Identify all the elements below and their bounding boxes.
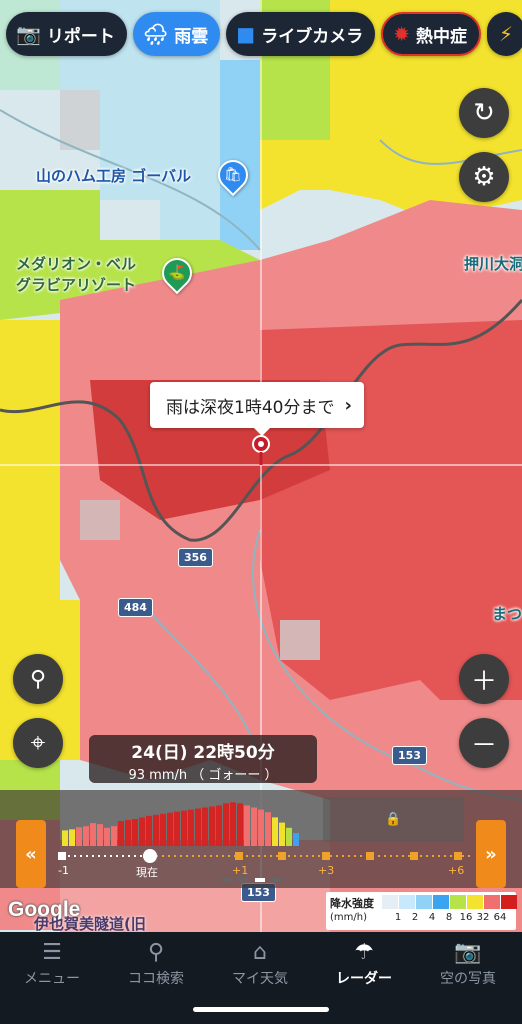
poi-label-medallion[interactable]: メダリオン・ベル グラビアリゾート [16,254,176,296]
legend-swatch [416,895,432,909]
legend-level-1: 1 [394,912,402,923]
chevron-right-icon: › [344,394,352,416]
tick-plus-3: +3 [318,864,335,877]
precipitation-legend: 降水強度 (mm/h) 1 2 4 8 16 32 64 [326,892,517,930]
video-camera-icon: ■ [236,22,256,46]
menu-icon: ☰ [42,940,62,965]
rewind-icon: « [25,843,37,865]
locate-icon: ⌖ [30,727,46,758]
callout-text: 雨は深夜1時40分まで [166,397,335,418]
home-icon: ⌂ [253,940,267,965]
chip-rain-cloud[interactable]: 🌧 雨雲 [132,12,221,56]
nav-my-weather[interactable]: ⌂ マイ天気 [208,938,312,988]
step-forward-button[interactable]: » [476,820,506,888]
zoom-in-button[interactable]: ＋ [459,654,509,704]
legend-level-4: 4 [428,912,436,923]
legend-level-16: 16 [459,912,473,923]
refresh-icon: ↻ [473,98,495,128]
step-back-button[interactable]: « [16,820,46,888]
nav-menu[interactable]: ☰ メニュー [0,938,104,988]
time-datetime: 24(日) 22時50分 [131,743,275,763]
legend-swatch [467,895,483,909]
nav-sky-photo[interactable]: 📷 空の写真 [416,938,520,988]
timeline-panel[interactable]: 🔒 « » -1 現在 +1 +3 +6 [0,790,522,888]
legend-swatch [433,895,449,909]
settings-button[interactable]: ⚙ [459,152,509,202]
umbrella-icon: ☂ [354,940,374,965]
search-icon: ⚲ [29,666,47,692]
legend-unit: (mm/h) [330,912,367,923]
legend-swatch [501,895,517,909]
legend-title: 降水強度 [330,897,374,910]
tick-now: 現在 [136,866,158,879]
plus-icon: ＋ [470,666,497,697]
chip-lightning[interactable]: ⚡ [486,12,522,56]
nav-sky-photo-label: 空の写真 [440,971,496,987]
chip-live-camera-label: ライブカメラ [261,26,364,47]
layer-chip-bar: 📷 リポート 🌧 雨雲 ■ ライブカメラ ✹ 熱中症 ⚡ [6,12,522,56]
camera-icon: 📷 [454,940,482,965]
zoom-out-button[interactable]: － [459,718,509,768]
camera-icon: 📷 [16,22,41,46]
road-badge-484: 484 [118,598,153,617]
legend-level-32: 32 [476,912,490,923]
nav-menu-label: メニュー [24,971,80,987]
chip-live-camera[interactable]: ■ ライブカメラ [226,12,376,56]
tick-minus-1: -1 [58,864,69,877]
road-badge-153: 153 [392,746,427,765]
poi-label-matsu: まつ [492,605,522,623]
refresh-button[interactable]: ↻ [459,88,509,138]
legend-swatch [399,895,415,909]
nav-radar[interactable]: ☂ レーダー [312,938,416,988]
nav-search-label: ココ検索 [128,971,184,987]
poi-label-gobaru[interactable]: 山のハム工房 ゴーバル [36,166,191,187]
road-badge-356: 356 [178,548,213,567]
nav-search[interactable]: ⚲ ココ検索 [104,938,208,988]
nav-my-weather-label: マイ天気 [232,971,288,987]
minus-icon: － [470,730,497,761]
legend-level-2: 2 [411,912,419,923]
legend-swatch [484,895,500,909]
legend-swatch [450,895,466,909]
chip-heatstroke[interactable]: ✹ 熱中症 [381,12,481,56]
lightning-icon: ⚡ [498,22,514,46]
chip-rain-cloud-label: 雨雲 [174,26,209,47]
timeline-track[interactable] [0,790,522,888]
poi-label-oshikawa: 押川大洞 [464,255,522,273]
legend-level-8: 8 [445,912,453,923]
tick-plus-6: +6 [448,864,465,877]
home-indicator [193,1007,329,1012]
chip-heatstroke-label: 熱中症 [415,26,467,47]
gear-icon: ⚙ [472,162,496,192]
time-intensity: 93 mm/h （ ゴォーー ） [128,768,278,783]
search-button[interactable]: ⚲ [13,654,63,704]
time-readout: 24(日) 22時50分 93 mm/h （ ゴォーー ） [89,735,317,783]
tick-plus-1: +1 [232,864,249,877]
search-icon: ⚲ [147,940,165,965]
location-marker-icon [252,435,270,465]
rain-end-callout[interactable]: 雨は深夜1時40分まで › [150,382,364,436]
legend-level-64: 64 [493,912,507,923]
legend-swatch [382,895,398,909]
chip-report[interactable]: 📷 リポート [6,12,127,56]
locate-button[interactable]: ⌖ [13,718,63,768]
sun-icon: ✹ [393,22,410,46]
nav-radar-label: レーダー [336,971,392,987]
rain-cloud-icon: 🌧 [142,22,169,46]
poi-label-tunnel: 伊也賀美隧道(旧 [34,915,146,933]
fast-forward-icon: » [485,843,497,865]
chip-report-label: リポート [46,26,115,47]
